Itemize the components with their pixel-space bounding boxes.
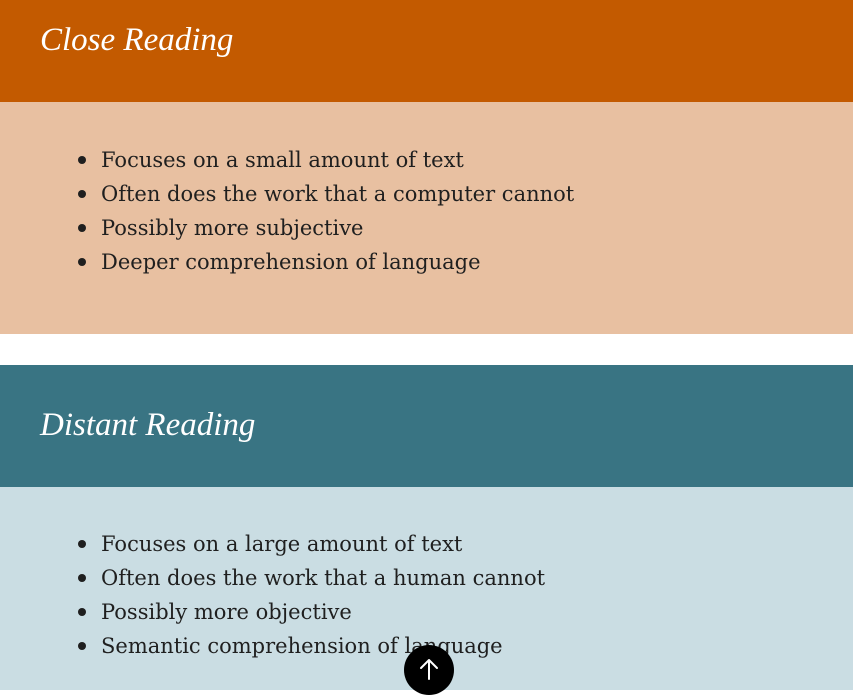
distant-reading-header: Distant Reading bbox=[0, 365, 853, 487]
distant-reading-list: Focuses on a large amount of text Often … bbox=[78, 527, 545, 663]
list-item-text: Deeper comprehension of language bbox=[101, 250, 481, 274]
arrow-up-icon bbox=[420, 659, 438, 680]
list-item: Focuses on a large amount of text bbox=[78, 527, 545, 561]
list-item: Often does the work that a computer cann… bbox=[78, 177, 574, 211]
back-to-top-button[interactable] bbox=[404, 645, 454, 695]
bullet-icon bbox=[78, 574, 86, 582]
distant-reading-title: Distant Reading bbox=[40, 407, 256, 443]
list-item: Deeper comprehension of language bbox=[78, 245, 574, 279]
bullet-icon bbox=[78, 258, 86, 266]
list-item: Focuses on a small amount of text bbox=[78, 143, 574, 177]
bullet-icon bbox=[78, 190, 86, 198]
list-item: Often does the work that a human cannot bbox=[78, 561, 545, 595]
list-item: Possibly more subjective bbox=[78, 211, 574, 245]
bullet-icon bbox=[78, 540, 86, 548]
list-item-text: Often does the work that a human cannot bbox=[101, 566, 546, 590]
bullet-icon bbox=[78, 156, 86, 164]
close-reading-title: Close Reading bbox=[40, 22, 234, 58]
list-item-text: Focuses on a small amount of text bbox=[101, 148, 464, 172]
bullet-icon bbox=[78, 642, 86, 650]
list-item-text: Possibly more objective bbox=[101, 600, 352, 624]
bullet-icon bbox=[78, 608, 86, 616]
list-item-text: Possibly more subjective bbox=[101, 216, 364, 240]
close-reading-header: Close Reading bbox=[0, 0, 853, 102]
bullet-icon bbox=[78, 224, 86, 232]
list-item-text: Focuses on a large amount of text bbox=[101, 532, 463, 556]
close-reading-list: Focuses on a small amount of text Often … bbox=[78, 143, 574, 279]
close-reading-panel: Focuses on a small amount of text Often … bbox=[0, 102, 853, 334]
list-item: Semantic comprehension of language bbox=[78, 629, 545, 663]
list-item: Possibly more objective bbox=[78, 595, 545, 629]
list-item-text: Often does the work that a computer cann… bbox=[101, 182, 575, 206]
